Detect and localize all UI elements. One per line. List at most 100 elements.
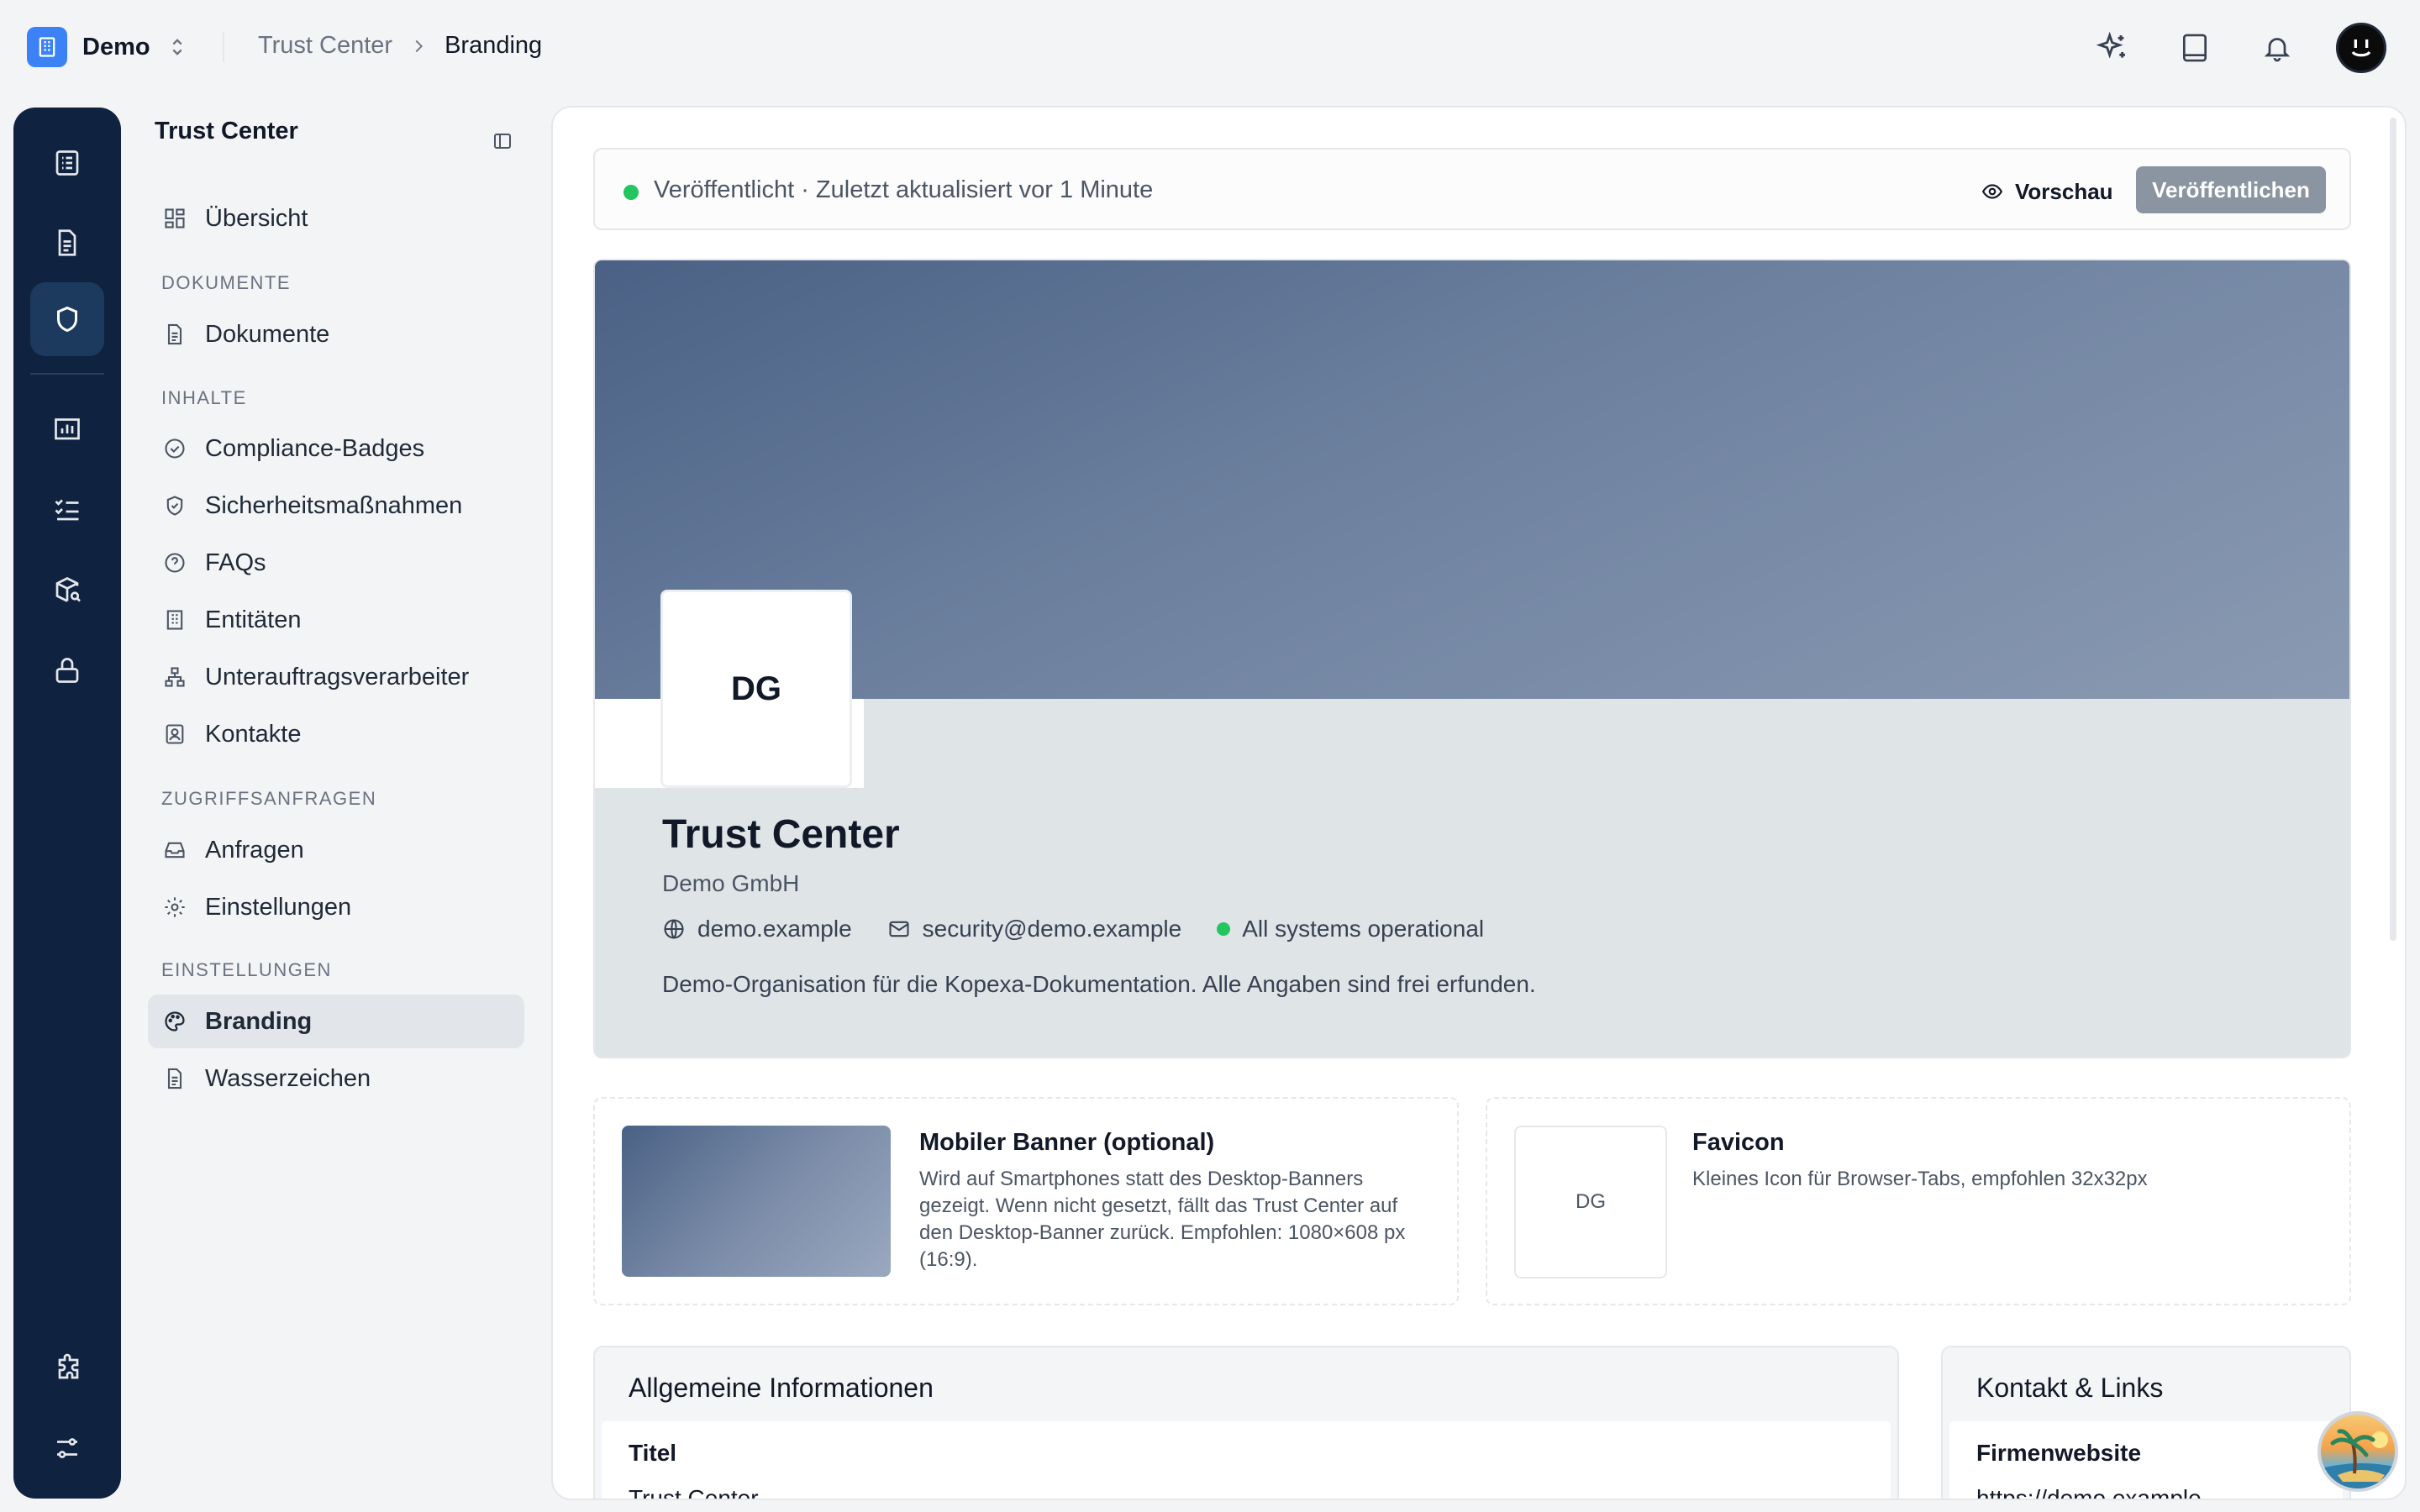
section-body: Titel Trust Center [602,1421,1891,1499]
palette-icon [161,1008,188,1035]
sparkles-icon[interactable] [2089,24,2136,71]
sidebar-item-label: Kontakte [205,720,302,748]
globe-icon [664,919,684,939]
sidebar-item-access-settings[interactable]: Einstellungen [148,880,524,934]
top-bar: Demo Trust Center Branding [0,0,2420,94]
preview-button[interactable]: Vorschau [1981,171,2113,212]
package-search-icon[interactable] [30,553,104,627]
chevron-updown-icon [172,39,182,55]
scrollbar[interactable] [2390,118,2396,941]
desktop-banner[interactable] [595,260,2349,699]
website-link[interactable]: demo.example [697,916,852,942]
company-logo[interactable]: DG [660,590,852,788]
sidebar-item-entities[interactable]: Entitäten [148,593,524,647]
favicon-title: Favicon [1692,1129,1785,1156]
trust-center-preview: DG Trust Center Demo GmbH demo.example s… [593,259,2351,1058]
sidebar-item-contacts[interactable]: Kontakte [148,707,524,761]
sidebar-item-documents[interactable]: Dokumente [148,307,524,361]
eye-icon [1981,184,2003,199]
check-circle-icon [161,435,188,462]
sidebar-item-label: FAQs [205,549,266,576]
sidebar-item-requests[interactable]: Anfragen [148,823,524,877]
website-label: Firmenwebsite [1976,1440,2142,1466]
sidebar-title: Trust Center [155,118,298,144]
sliders-icon[interactable] [30,1411,104,1485]
building-icon [161,606,188,633]
website-input[interactable]: https://demo.example [1976,1485,2202,1499]
section-title: Kontakt & Links [1976,1373,2164,1403]
sidebar-item-label: Branding [205,1007,313,1035]
network-icon [161,664,188,690]
email-link[interactable]: security@demo.example [923,916,1182,942]
sidebar-item-label: Compliance-Badges [205,434,425,462]
shield-icon[interactable] [30,282,104,356]
mobile-banner-description: Wird auf Smartphones statt des Desktop-B… [919,1168,1406,1271]
company-name: Demo GmbH [662,870,800,896]
title-input[interactable]: Trust Center [629,1485,759,1499]
section-settings: EINSTELLUNGEN [161,959,332,980]
publish-status-bar: Veröffentlicht · Zuletzt aktualisiert vo… [593,148,2351,230]
book-icon[interactable] [2171,24,2218,71]
lock-icon[interactable] [30,633,104,707]
sidebar-item-security[interactable]: Sicherheitsmaßnahmen [148,479,524,533]
floating-avatar[interactable] [2317,1411,2398,1492]
panel-left-icon [494,134,511,149]
user-avatar[interactable] [2336,23,2386,73]
chevron-right-icon [415,39,424,52]
section-content: INHALTE [161,387,247,408]
publish-button[interactable]: Veröffentlichen [2136,166,2326,213]
section-documents: DOKUMENTE [161,272,292,293]
hero-title: Trust Center [662,812,900,857]
help-circle-icon [161,549,188,576]
section-body: Firmenwebsite https://demo.example [1949,1421,2343,1499]
building-icon [27,27,67,67]
hero-description: Demo-Organisation für die Kopexa-Dokumen… [662,971,1536,997]
sidebar-item-faqs[interactable]: FAQs [148,536,524,590]
org-switcher[interactable]: Demo [27,27,189,67]
favicon-preview[interactable]: DG [1514,1126,1667,1278]
sidebar-item-label: Sicherheitsmaßnahmen [205,491,463,519]
favicon-description: Kleines Icon für Browser-Tabs, empfohlen… [1692,1168,2148,1190]
sidebar-item-label: Dokumente [205,320,330,348]
sidebar-item-label: Einstellungen [205,893,352,921]
sidebar: Trust Center Übersicht DOKUMENTE Dokumen… [148,108,534,1499]
puzzle-icon[interactable] [30,1331,104,1404]
rail-divider [30,373,104,375]
divider [223,32,224,62]
status-dot [1217,922,1231,936]
sidebar-item-watermark[interactable]: Wasserzeichen [148,1052,524,1105]
section-access: ZUGRIFFSANFRAGEN [161,788,377,809]
app-rail [13,108,121,1499]
bell-icon[interactable] [2254,24,2301,71]
document-icon[interactable] [30,206,104,280]
breadcrumb-trust-center[interactable]: Trust Center [258,32,392,60]
shield-check-icon [161,492,188,519]
favicon-card: DG Favicon Kleines Icon für Browser-Tabs… [1486,1097,2351,1305]
sidebar-item-branding[interactable]: Branding [148,995,524,1048]
checklist-icon[interactable] [30,126,104,200]
list-check-icon[interactable] [30,472,104,546]
system-status: All systems operational [1242,916,1485,942]
preview-label: Vorschau [2015,178,2113,204]
mail-icon [889,921,909,937]
document-icon [161,321,188,348]
gear-icon [161,894,188,921]
hero-meta: demo.example security@demo.example All s… [662,916,1484,942]
sidebar-item-label: Anfragen [205,836,304,864]
main-content: Veröffentlicht · Zuletzt aktualisiert vo… [551,106,2407,1500]
status-dot [623,185,639,200]
org-name: Demo [82,33,150,60]
mobile-banner-thumbnail[interactable] [622,1126,891,1277]
sidebar-item-overview[interactable]: Übersicht [148,192,524,245]
sidebar-item-label: Entitäten [205,606,302,633]
sidebar-collapse-button[interactable] [487,126,518,156]
sidebar-item-label: Unterauftragsverarbeiter [205,663,470,690]
sidebar-item-subprocessors[interactable]: Unterauftragsverarbeiter [148,650,524,704]
document-icon [161,1065,188,1092]
mobile-banner-title: Mobiler Banner (optional) [919,1129,1215,1156]
chart-icon[interactable] [30,391,104,465]
contact-icon [161,721,188,748]
sidebar-item-badges[interactable]: Compliance-Badges [148,422,524,475]
status-text: Veröffentlicht · Zuletzt aktualisiert vo… [654,176,1154,203]
title-label: Titel [629,1440,677,1466]
